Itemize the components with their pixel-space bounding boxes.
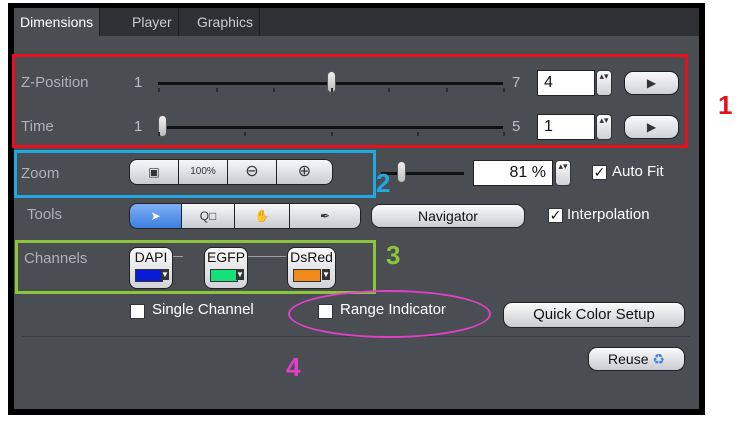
slider-tick [158, 88, 160, 92]
tab-player[interactable]: Player [126, 8, 179, 36]
slider-tick [503, 88, 505, 92]
slider-tick [273, 88, 275, 92]
reuse-button[interactable]: Reuse ♻ [588, 347, 685, 371]
annotation-box-1 [12, 54, 688, 148]
auto-fit-label: Auto Fit [612, 163, 664, 180]
tab-bar: Dimensions Player Graphics [14, 8, 699, 36]
navigator-button[interactable]: Navigator [371, 204, 525, 228]
single-channel-label: Single Channel [152, 301, 254, 318]
slider-tick [416, 132, 419, 136]
annotation-number-2: 2 [376, 168, 391, 198]
pointer-tool-icon: ➤ [150, 209, 161, 223]
pan-hand-tool-icon: ✋ [254, 209, 270, 223]
tab-dimensions[interactable]: Dimensions [14, 8, 101, 36]
slider-tick [244, 132, 247, 136]
pointer-tool-button[interactable]: ➤ [129, 203, 182, 229]
annotation-number-1: 1 [718, 90, 733, 120]
zoom-slider-track[interactable] [381, 172, 464, 175]
interpolation-checkbox[interactable]: ✓ [548, 208, 563, 223]
slider-tick [215, 88, 218, 92]
single-channel-checkbox[interactable] [130, 304, 145, 319]
tools-label: Tools [27, 206, 63, 223]
slider-tick [503, 132, 505, 136]
annotation-number-3: 3 [386, 240, 401, 270]
annotation-box-3 [15, 240, 376, 294]
slider-tick [330, 132, 333, 136]
zoom-region-tool-button[interactable]: Q□ [181, 203, 235, 229]
interpolation-label: Interpolation [567, 206, 650, 223]
zoom-stepper[interactable]: ▴▾ [555, 160, 571, 186]
quick-color-setup-button[interactable]: Quick Color Setup [503, 302, 685, 328]
slider-tick [388, 88, 390, 92]
slider-tick [158, 132, 160, 136]
tab-graphics[interactable]: Graphics [191, 8, 261, 36]
annotation-ellipse-4 [288, 290, 491, 338]
eyedropper-tool-button[interactable]: ✒ [289, 203, 361, 229]
zoom-slider-thumb[interactable] [396, 161, 406, 183]
annotation-box-2 [14, 150, 376, 198]
slider-tick [330, 88, 333, 92]
annotation-number-4: 4 [286, 352, 301, 382]
pan-tool-button[interactable]: ✋ [234, 203, 290, 229]
reuse-label: Reuse [608, 351, 649, 367]
slider-tick [445, 88, 448, 92]
eyedropper-tool-icon: ✒ [319, 209, 331, 223]
auto-fit-checkbox[interactable]: ✓ [592, 165, 607, 180]
recycle-icon: ♻ [652, 351, 665, 367]
zoom-region-tool-icon: Q□ [199, 209, 217, 223]
zoom-value-field[interactable]: 81 % [473, 160, 553, 186]
